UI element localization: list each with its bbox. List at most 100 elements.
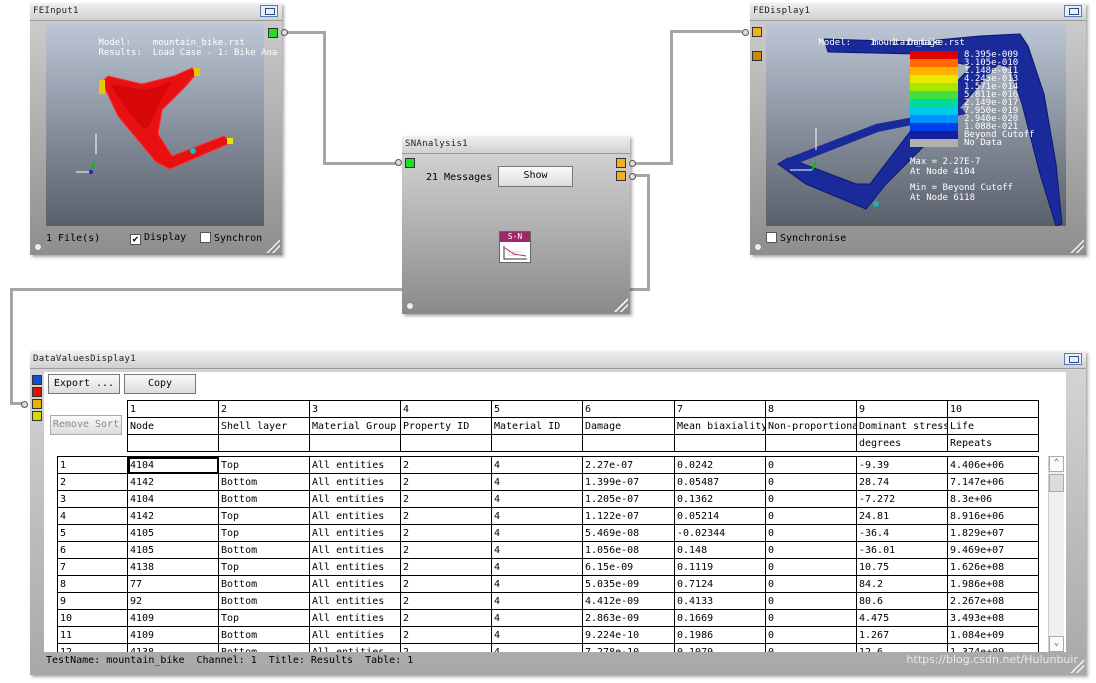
table-cell[interactable]: 0 (765, 575, 857, 593)
display-checkbox[interactable]: ✔ Display (130, 232, 186, 245)
fe-input-window[interactable]: FEInput1 Model: mountain_bike.rst Result… (30, 3, 288, 255)
copy-button[interactable]: Copy (124, 374, 196, 394)
resize-handle[interactable] (266, 239, 280, 253)
table-cell[interactable]: 2 (400, 524, 492, 542)
table-cell[interactable]: 0.148 (674, 541, 766, 559)
row-number-cell[interactable]: 11 (57, 626, 128, 644)
table-cell[interactable]: -36.01 (856, 541, 948, 559)
connector-dot[interactable] (629, 160, 636, 167)
fe-display-titlebar[interactable]: FEDisplay1 (750, 3, 1086, 21)
row-number-cell[interactable]: 4 (57, 507, 128, 525)
corner-handle[interactable] (34, 243, 42, 251)
table-cell[interactable]: 4142 (127, 473, 219, 491)
column-number-header[interactable]: 7 (674, 400, 766, 418)
row-number-cell[interactable]: 8 (57, 575, 128, 593)
table-cell[interactable]: 9.469e+07 (947, 541, 1039, 559)
column-number-header[interactable]: 6 (582, 400, 675, 418)
table-cell[interactable]: 2 (400, 626, 492, 644)
connector-dot[interactable] (21, 401, 28, 408)
table-cell[interactable]: 4105 (127, 524, 219, 542)
sn-output-port-2[interactable] (616, 171, 626, 181)
column-name-header[interactable]: Property ID (400, 417, 492, 435)
fe-input-viewport[interactable]: Model: mountain_bike.rst Results: Load C… (46, 24, 277, 226)
table-cell[interactable]: 1.829e+07 (947, 524, 1039, 542)
table-cell[interactable]: -0.02344 (674, 524, 766, 542)
table-cell[interactable]: 4 (491, 626, 583, 644)
table-cell[interactable]: 28.74 (856, 473, 948, 491)
table-cell[interactable]: 4138 (127, 643, 219, 652)
table-cell[interactable]: Bottom (218, 592, 310, 610)
column-name-header[interactable]: Dominant stress (856, 417, 948, 435)
table-cell[interactable]: 0 (765, 524, 857, 542)
resize-handle[interactable] (1070, 659, 1084, 673)
column-unit-header[interactable] (400, 434, 492, 452)
table-cell[interactable]: 7.147e+06 (947, 473, 1039, 491)
column-name-header[interactable]: Life (947, 417, 1039, 435)
connector-dot[interactable] (395, 159, 402, 166)
resize-handle[interactable] (1070, 239, 1084, 253)
table-cell[interactable]: 2 (400, 592, 492, 610)
table-cell[interactable]: 4138 (127, 558, 219, 576)
table-cell[interactable]: 2 (400, 490, 492, 508)
table-cell[interactable]: 0.1079 (674, 643, 766, 652)
export-button[interactable]: Export ... (48, 374, 120, 394)
column-unit-header[interactable] (491, 434, 583, 452)
table-cell[interactable]: 4 (491, 575, 583, 593)
table-cell[interactable]: 12.6 (856, 643, 948, 652)
fe-display-input-port-2[interactable] (752, 51, 762, 61)
vertical-scrollbar[interactable]: ⌃ ⌄ (1048, 456, 1064, 652)
data-input-port-yellow[interactable] (32, 411, 42, 421)
synchron-checkbox-box[interactable] (200, 232, 211, 243)
table-cell[interactable]: All entities (309, 592, 401, 610)
table-cell[interactable]: 2 (400, 643, 492, 652)
sn-output-port-1[interactable] (616, 158, 626, 168)
table-cell[interactable]: 4105 (127, 541, 219, 559)
synchronise-checkbox-box[interactable] (766, 232, 777, 243)
table-cell[interactable]: Bottom (218, 626, 310, 644)
resize-handle[interactable] (614, 298, 628, 312)
column-number-header[interactable]: 4 (400, 400, 492, 418)
table-cell[interactable]: All entities (309, 575, 401, 593)
row-number-cell[interactable]: 3 (57, 490, 128, 508)
column-name-header[interactable]: Damage (582, 417, 675, 435)
column-number-header[interactable]: 1 (127, 400, 219, 418)
table-cell[interactable]: Bottom (218, 643, 310, 652)
row-number-cell[interactable]: 6 (57, 541, 128, 559)
scroll-down-arrow[interactable]: ⌄ (1049, 636, 1064, 652)
column-unit-header[interactable] (309, 434, 401, 452)
column-number-header[interactable]: 5 (491, 400, 583, 418)
table-cell[interactable]: 2.863e-09 (582, 609, 675, 627)
table-cell[interactable]: 4 (491, 507, 583, 525)
fe-display-viewport[interactable]: Model: mountain_bike.rst 1 - 1 Damage 8.… (766, 24, 1066, 226)
table-cell[interactable]: All entities (309, 524, 401, 542)
table-cell[interactable]: 1.122e-07 (582, 507, 675, 525)
table-cell[interactable]: Bottom (218, 575, 310, 593)
table-cell[interactable]: 2 (400, 575, 492, 593)
column-name-header[interactable]: Material ID (491, 417, 583, 435)
row-number-cell[interactable]: 5 (57, 524, 128, 542)
table-row[interactable]: 3 4104 Bottom All entities 2 4 1.205e-07 0.1362… (57, 490, 1039, 508)
table-cell[interactable]: 1.205e-07 (582, 490, 675, 508)
table-cell[interactable]: 0 (765, 541, 857, 559)
table-cell[interactable]: 0 (765, 507, 857, 525)
table-cell[interactable]: 0.4133 (674, 592, 766, 610)
table-cell[interactable]: 8.3e+06 (947, 490, 1039, 508)
display-checkbox-box[interactable]: ✔ (130, 234, 141, 245)
fe-input-output-port[interactable] (268, 28, 278, 38)
table-cell[interactable]: 1.267 (856, 626, 948, 644)
scroll-up-arrow[interactable]: ⌃ (1049, 456, 1064, 472)
table-cell[interactable]: 24.81 (856, 507, 948, 525)
table-cell[interactable]: -9.39 (856, 456, 948, 474)
column-number-header[interactable]: 9 (856, 400, 948, 418)
row-number-cell[interactable]: 1 (57, 456, 128, 474)
sn-analysis-window[interactable]: SNAnalysis1 21 Messages Show S-N (395, 136, 636, 314)
table-cell[interactable]: 4109 (127, 626, 219, 644)
column-unit-header[interactable] (674, 434, 766, 452)
table-row[interactable]: 6 4105 Bottom All entities 2 4 1.056e-08 0.148 0… (57, 541, 1039, 559)
table-cell[interactable]: 2.267e+08 (947, 592, 1039, 610)
table-cell[interactable]: 4.406e+06 (947, 456, 1039, 474)
table-cell[interactable]: 4.475 (856, 609, 948, 627)
table-cell[interactable]: 4 (491, 558, 583, 576)
table-row[interactable]: 7 4138 Top All entities 2 4 6.15e-09 0.1119 0 10.… (57, 558, 1039, 576)
table-cell[interactable]: All entities (309, 609, 401, 627)
